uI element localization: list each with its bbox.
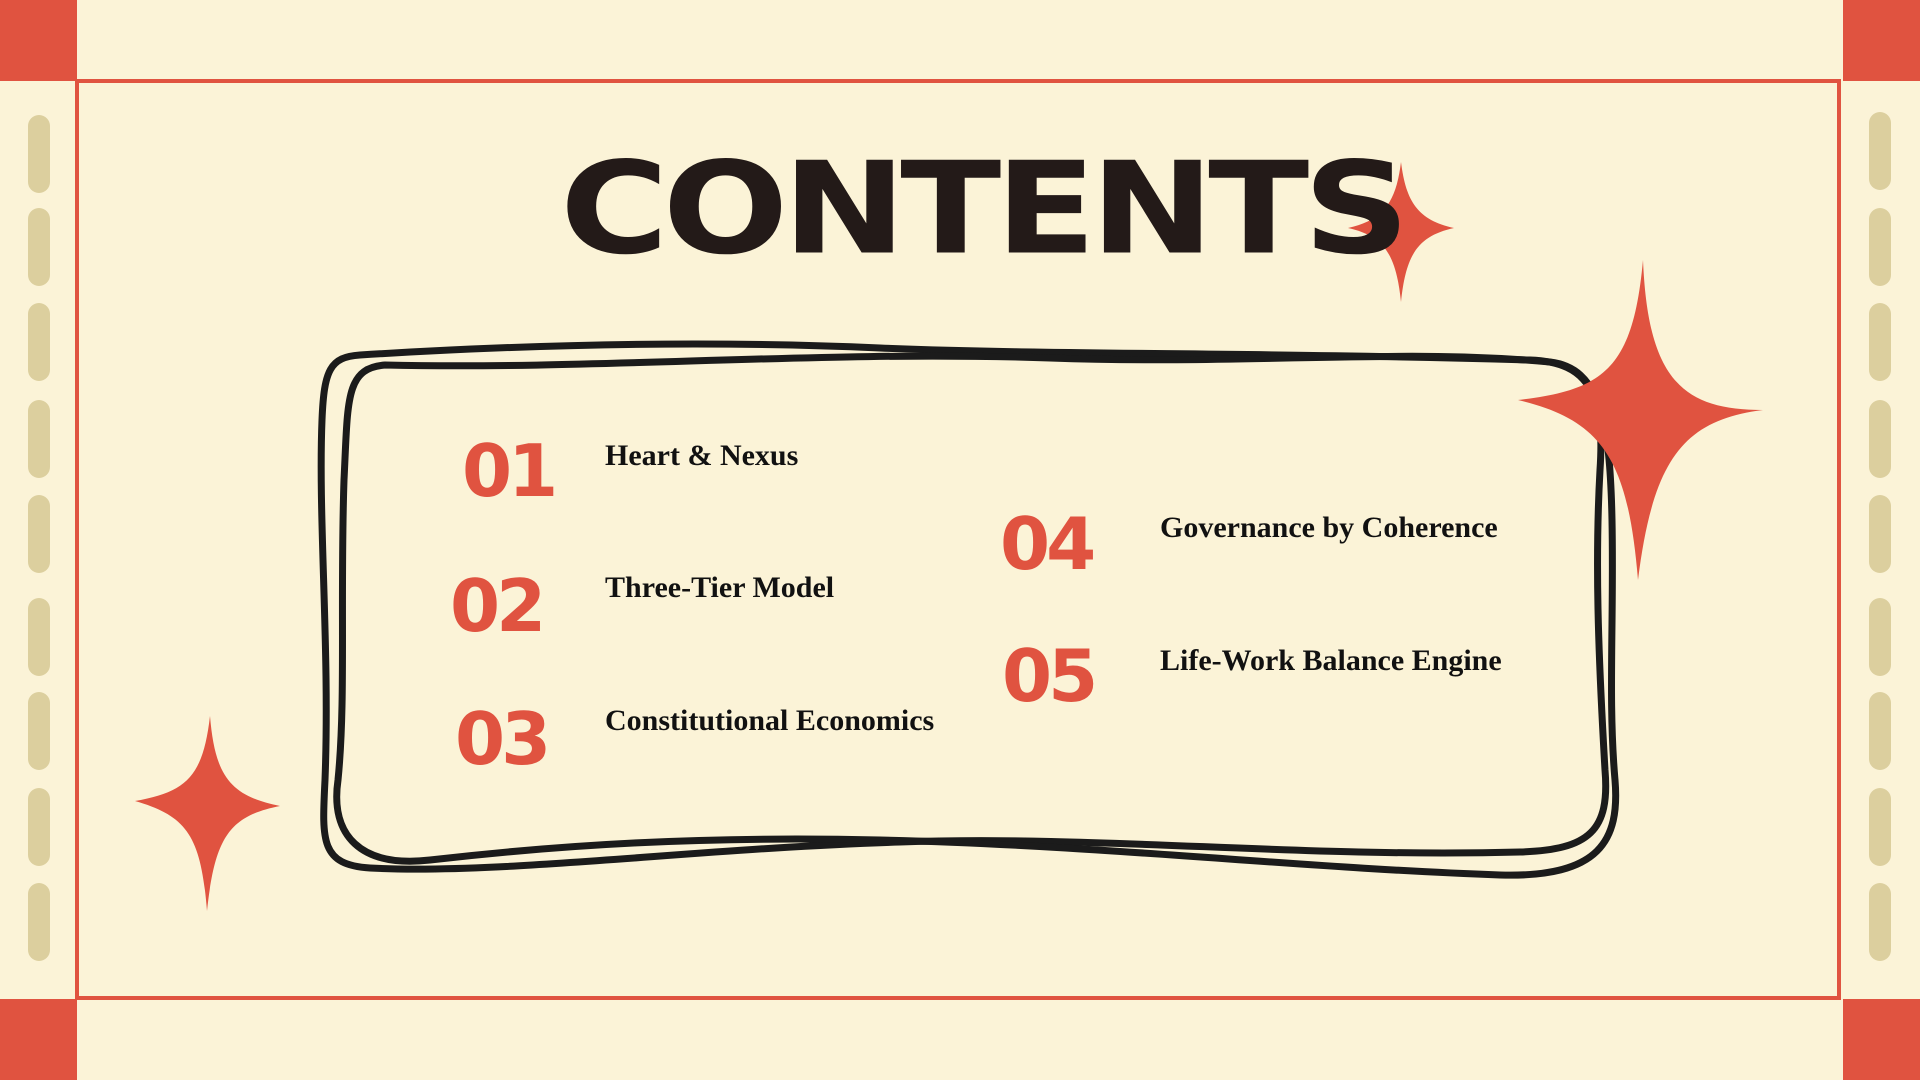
item-label: Life-Work Balance Engine — [1160, 644, 1502, 677]
item-number: 05 — [1002, 634, 1098, 718]
item-number: 03 — [455, 697, 551, 781]
item-number: 01 — [462, 429, 558, 513]
item-number: 02 — [450, 564, 546, 648]
sparkle-star-icon — [1518, 260, 1763, 580]
item-label: Constitutional Economics — [605, 704, 935, 737]
sparkle-star-icon — [135, 716, 280, 911]
item-label: Heart & Nexus — [605, 439, 799, 472]
item-label: Governance by Coherence — [1160, 511, 1498, 544]
page-title: CONTENTS — [560, 134, 1410, 283]
item-label: Three-Tier Model — [605, 571, 835, 604]
item-number: 04 — [1000, 502, 1096, 586]
